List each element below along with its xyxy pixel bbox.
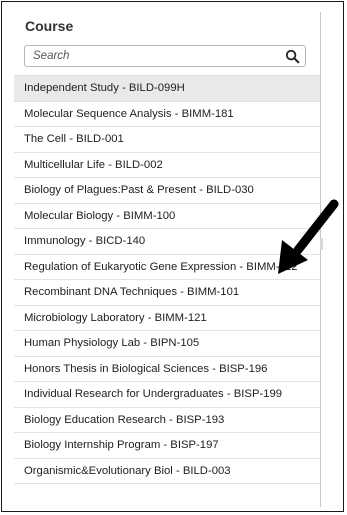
panel-title: Course — [25, 18, 74, 34]
list-item[interactable]: Molecular Sequence Analysis - BIMM-181 — [14, 100, 320, 127]
list-item[interactable]: The Cell - BILD-001 — [14, 126, 320, 152]
list-item[interactable]: Microbiology Laboratory - BIMM-121 — [14, 304, 320, 331]
course-list: Independent Study - BILD-099H Molecular … — [14, 75, 320, 484]
list-item[interactable]: Recombinant DNA Techniques - BIMM-101 — [14, 279, 320, 305]
list-item[interactable]: Human Physiology Lab - BIPN-105 — [14, 330, 320, 356]
list-item[interactable]: Independent Study - BILD-099H — [14, 75, 320, 101]
list-item[interactable]: Individual Research for Undergraduates -… — [14, 381, 320, 407]
search-input[interactable] — [33, 48, 273, 64]
list-item[interactable]: Honors Thesis in Biological Sciences - B… — [14, 355, 320, 382]
list-item[interactable]: Organismic&Evolutionary Biol - BILD-003 — [14, 457, 320, 484]
list-item[interactable]: Biology Internship Program - BISP-197 — [14, 432, 320, 458]
search-icon[interactable] — [285, 49, 300, 64]
screenshot-frame: Course Independent Study - BILD-099H Mol… — [1, 1, 344, 512]
search-field[interactable] — [24, 45, 306, 67]
list-item[interactable]: Multicellular Life - BILD-002 — [14, 151, 320, 178]
arrow-pointer-icon — [278, 199, 339, 274]
list-item[interactable]: Biology Education Research - BISP-193 — [14, 406, 320, 433]
